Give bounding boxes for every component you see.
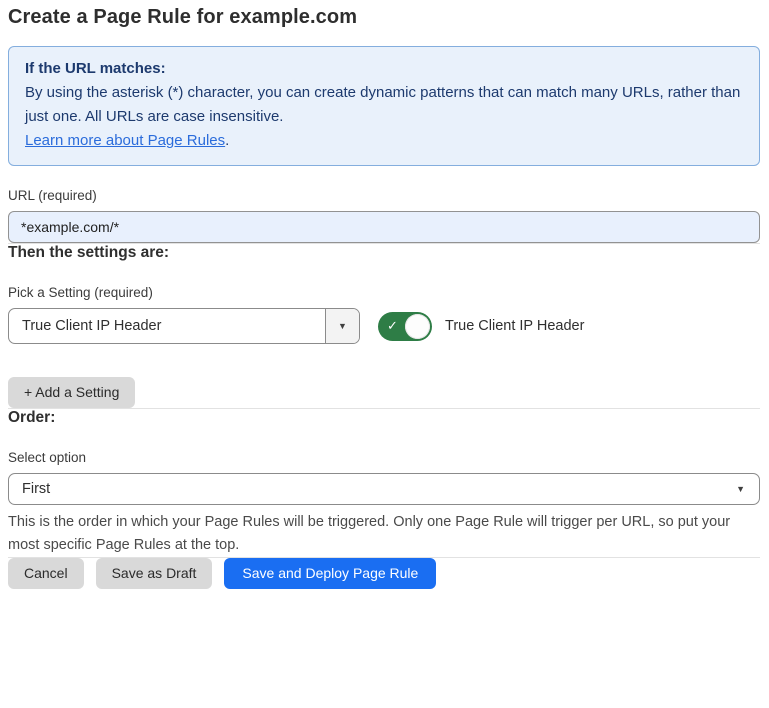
url-match-info-box: If the URL matches: By using the asteris… [8, 46, 760, 166]
save-and-deploy-button[interactable]: Save and Deploy Page Rule [224, 558, 436, 589]
chevron-down-icon: ▼ [736, 485, 745, 494]
info-box-body: By using the asterisk (*) character, you… [25, 81, 743, 153]
create-page-rule-form: Create a Page Rule for example.com If th… [0, 0, 769, 589]
order-section-heading: Order: [8, 409, 760, 427]
toggle-label: True Client IP Header [445, 318, 584, 334]
settings-section-heading: Then the settings are: [8, 244, 760, 262]
order-select-label: Select option [8, 450, 760, 465]
add-setting-button[interactable]: + Add a Setting [8, 377, 135, 408]
true-client-ip-toggle[interactable]: ✓ [378, 312, 432, 341]
url-input[interactable] [8, 211, 760, 243]
url-field-label: URL (required) [8, 188, 760, 203]
save-as-draft-button[interactable]: Save as Draft [96, 558, 213, 589]
chevron-down-icon[interactable]: ▼ [325, 309, 359, 343]
toggle-knob [405, 314, 430, 339]
order-select-value: First [22, 481, 50, 497]
chevron-down-glyph: ▼ [338, 322, 347, 331]
order-select[interactable]: First ▼ [8, 473, 760, 505]
link-suffix: . [225, 132, 229, 149]
learn-more-link[interactable]: Learn more about Page Rules [25, 132, 225, 149]
info-box-heading: If the URL matches: [25, 57, 743, 81]
checkmark-icon: ✓ [387, 318, 398, 334]
setting-row: True Client IP Header ▼ ✓ True Client IP… [8, 308, 760, 344]
setting-picker-value: True Client IP Header [9, 309, 325, 343]
setting-picker-label: Pick a Setting (required) [8, 285, 760, 300]
order-help-text: This is the order in which your Page Rul… [8, 511, 748, 557]
form-actions: Cancel Save as Draft Save and Deploy Pag… [8, 558, 760, 589]
setting-picker-dropdown[interactable]: True Client IP Header ▼ [8, 308, 360, 344]
page-title: Create a Page Rule for example.com [8, 6, 760, 29]
cancel-button[interactable]: Cancel [8, 558, 84, 589]
info-box-text: By using the asterisk (*) character, you… [25, 84, 740, 125]
